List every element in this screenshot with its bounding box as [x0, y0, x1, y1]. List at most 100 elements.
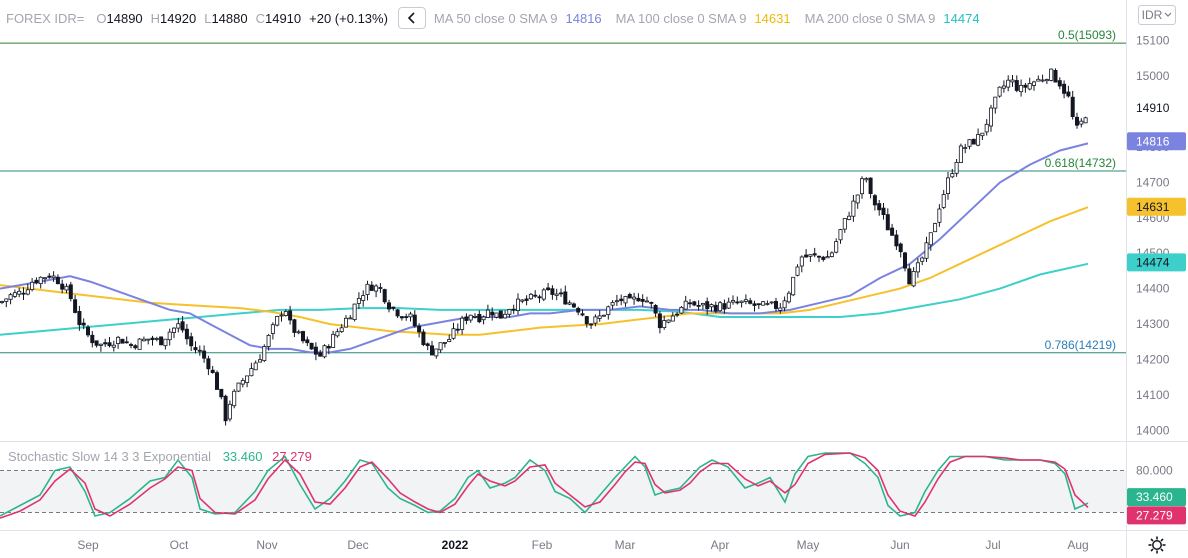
candle-body	[378, 287, 383, 289]
candle-body	[326, 345, 331, 349]
candle-body	[189, 336, 194, 347]
ma50-badge: 14816	[1136, 134, 1170, 148]
candle-body	[214, 372, 219, 390]
ma200-value: 14474	[943, 10, 980, 26]
candle-body	[197, 349, 202, 352]
candle-body	[657, 313, 662, 329]
candle-body	[348, 317, 353, 320]
candle-body	[279, 314, 284, 317]
candle-body	[154, 338, 159, 340]
candle-body	[679, 306, 684, 314]
candle-body	[1027, 83, 1032, 90]
last-price-badge: 14910	[1136, 101, 1170, 115]
candle-body	[64, 285, 69, 291]
candle-body	[894, 234, 899, 247]
candle-body	[855, 194, 860, 204]
candle-body	[933, 223, 938, 233]
x-tick-label: Feb	[532, 538, 553, 552]
candle-body	[877, 203, 882, 211]
candle-body	[696, 304, 701, 307]
currency-select-value: IDR	[1141, 8, 1163, 22]
candle-body	[700, 302, 705, 306]
candle-body	[774, 300, 779, 309]
candle-body	[967, 139, 972, 147]
collapse-legend-button[interactable]	[397, 7, 426, 29]
candle-body	[38, 276, 43, 284]
candle-body	[361, 295, 366, 301]
stochastic-label[interactable]: Stochastic Slow 14 3 3 Exponential	[8, 449, 211, 464]
candle-body	[804, 254, 809, 258]
change-value: +20 (+0.13%)	[309, 10, 388, 26]
candle-body	[554, 293, 559, 296]
candle-body	[662, 320, 667, 329]
candle-body	[847, 215, 852, 220]
candle-body	[989, 107, 994, 127]
candle-body	[1062, 83, 1067, 94]
candle-body	[864, 178, 869, 181]
candle-body	[51, 275, 56, 279]
candle-body	[232, 390, 237, 407]
candle-body	[94, 340, 99, 346]
currency-select[interactable]: IDR	[1138, 5, 1176, 25]
candle-body	[675, 313, 680, 316]
candle-body	[0, 301, 5, 304]
candle-body	[25, 289, 30, 295]
candle-body	[1083, 117, 1088, 124]
candle-body	[765, 303, 770, 305]
candle-body	[288, 310, 293, 321]
ma100-label[interactable]: MA 100 close 0 SMA 9	[616, 11, 747, 26]
ma50-label[interactable]: MA 50 close 0 SMA 9	[434, 11, 558, 26]
candle-body	[236, 382, 241, 392]
candle-body	[735, 301, 740, 304]
candle-body	[300, 331, 305, 342]
candle-body	[559, 292, 564, 295]
candle-body	[103, 342, 108, 345]
candle-body	[141, 338, 146, 342]
candle-body	[619, 298, 624, 302]
candle-body	[12, 292, 17, 297]
symbol-label[interactable]: FOREX IDR=	[6, 11, 84, 26]
candle-body	[799, 256, 804, 267]
candle-body	[563, 291, 568, 305]
candle-body	[116, 336, 121, 344]
candle-body	[786, 292, 791, 303]
candle-body	[1049, 68, 1054, 81]
candle-body	[795, 266, 800, 276]
candle-body	[778, 307, 783, 311]
candle-body	[163, 338, 168, 347]
candle-body	[472, 315, 477, 318]
candle-body	[748, 300, 753, 304]
candle-body	[928, 232, 933, 246]
candle-body	[868, 177, 873, 195]
open-label: O	[96, 10, 107, 26]
chart-canvas[interactable]: 1510015000149001480014700146001450014400…	[0, 0, 1188, 558]
candle-body	[111, 344, 116, 348]
candle-body	[240, 380, 245, 385]
candle-body	[511, 308, 516, 311]
candle-body	[507, 308, 512, 315]
candle-body	[477, 313, 482, 323]
candle-body	[275, 315, 280, 326]
candle-body	[1057, 80, 1062, 87]
candle-body	[382, 289, 387, 303]
stochastic-level-label: 80.000	[1136, 464, 1173, 478]
candle-body	[322, 345, 327, 358]
candle-body	[692, 301, 697, 306]
candle-body	[464, 316, 469, 321]
candle-body	[537, 296, 542, 299]
candle-body	[47, 275, 52, 278]
candle-body	[808, 254, 813, 257]
candle-body	[688, 302, 693, 305]
candle-body	[593, 316, 598, 324]
candle-body	[623, 296, 628, 304]
open-value: 14890	[106, 10, 143, 26]
x-tick-label: Apr	[711, 538, 730, 552]
ma200-label[interactable]: MA 200 close 0 SMA 9	[805, 11, 936, 26]
candle-body	[821, 256, 826, 260]
candle-body	[481, 316, 486, 321]
settings-gear-icon[interactable]	[1147, 535, 1167, 555]
candle-body	[963, 147, 968, 150]
candle-body	[890, 227, 895, 236]
candle-body	[709, 304, 714, 308]
y-tick-label: 14300	[1136, 317, 1170, 331]
